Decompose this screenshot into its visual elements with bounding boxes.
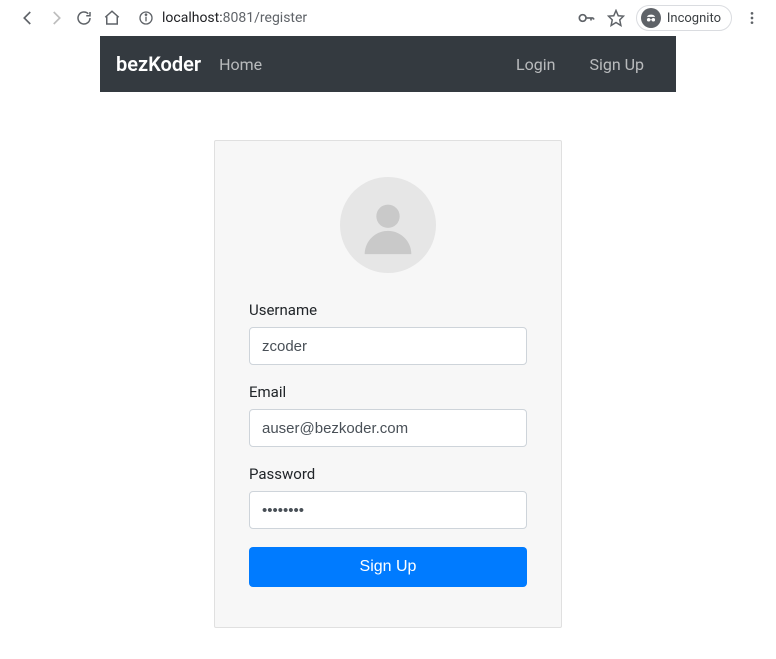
reload-icon[interactable]: [74, 8, 94, 28]
home-icon[interactable]: [102, 8, 122, 28]
url-port: 8081: [223, 10, 254, 26]
nav-right: Login Sign Up: [516, 55, 660, 74]
browser-toolbar: localhost:8081/register Incognito: [0, 0, 776, 36]
email-input[interactable]: [249, 409, 527, 447]
nav-login[interactable]: Login: [516, 55, 555, 74]
chrome-right: Incognito: [576, 5, 768, 31]
incognito-label: Incognito: [667, 11, 721, 26]
info-icon[interactable]: [136, 8, 156, 28]
incognito-icon: [641, 8, 661, 28]
signup-button[interactable]: Sign Up: [249, 547, 527, 587]
incognito-badge[interactable]: Incognito: [636, 5, 732, 31]
key-icon[interactable]: [576, 8, 596, 28]
avatar-placeholder-icon: [340, 177, 436, 273]
nav-home[interactable]: Home: [219, 55, 262, 74]
page-content: Username Email Password Sign Up: [0, 92, 776, 628]
menu-icon[interactable]: [742, 8, 762, 28]
username-label: Username: [249, 301, 527, 319]
username-group: Username: [249, 301, 527, 365]
nav-signup[interactable]: Sign Up: [589, 55, 644, 74]
password-group: Password: [249, 465, 527, 529]
forward-icon[interactable]: [46, 8, 66, 28]
back-icon[interactable]: [18, 8, 38, 28]
nav-controls: [8, 8, 122, 28]
email-label: Email: [249, 383, 527, 401]
brand[interactable]: bezKoder: [116, 52, 201, 76]
email-group: Email: [249, 383, 527, 447]
password-input[interactable]: [249, 491, 527, 529]
avatar-wrap: [249, 177, 527, 273]
star-icon[interactable]: [606, 8, 626, 28]
url-host: localhost:: [162, 10, 223, 26]
url-text: localhost:8081/register: [162, 10, 307, 26]
app-navbar: bezKoder Home Login Sign Up: [100, 36, 676, 92]
register-card: Username Email Password Sign Up: [214, 140, 562, 628]
address-bar[interactable]: localhost:8081/register: [136, 8, 307, 28]
url-path: /register: [254, 10, 307, 26]
username-input[interactable]: [249, 327, 527, 365]
password-label: Password: [249, 465, 527, 483]
